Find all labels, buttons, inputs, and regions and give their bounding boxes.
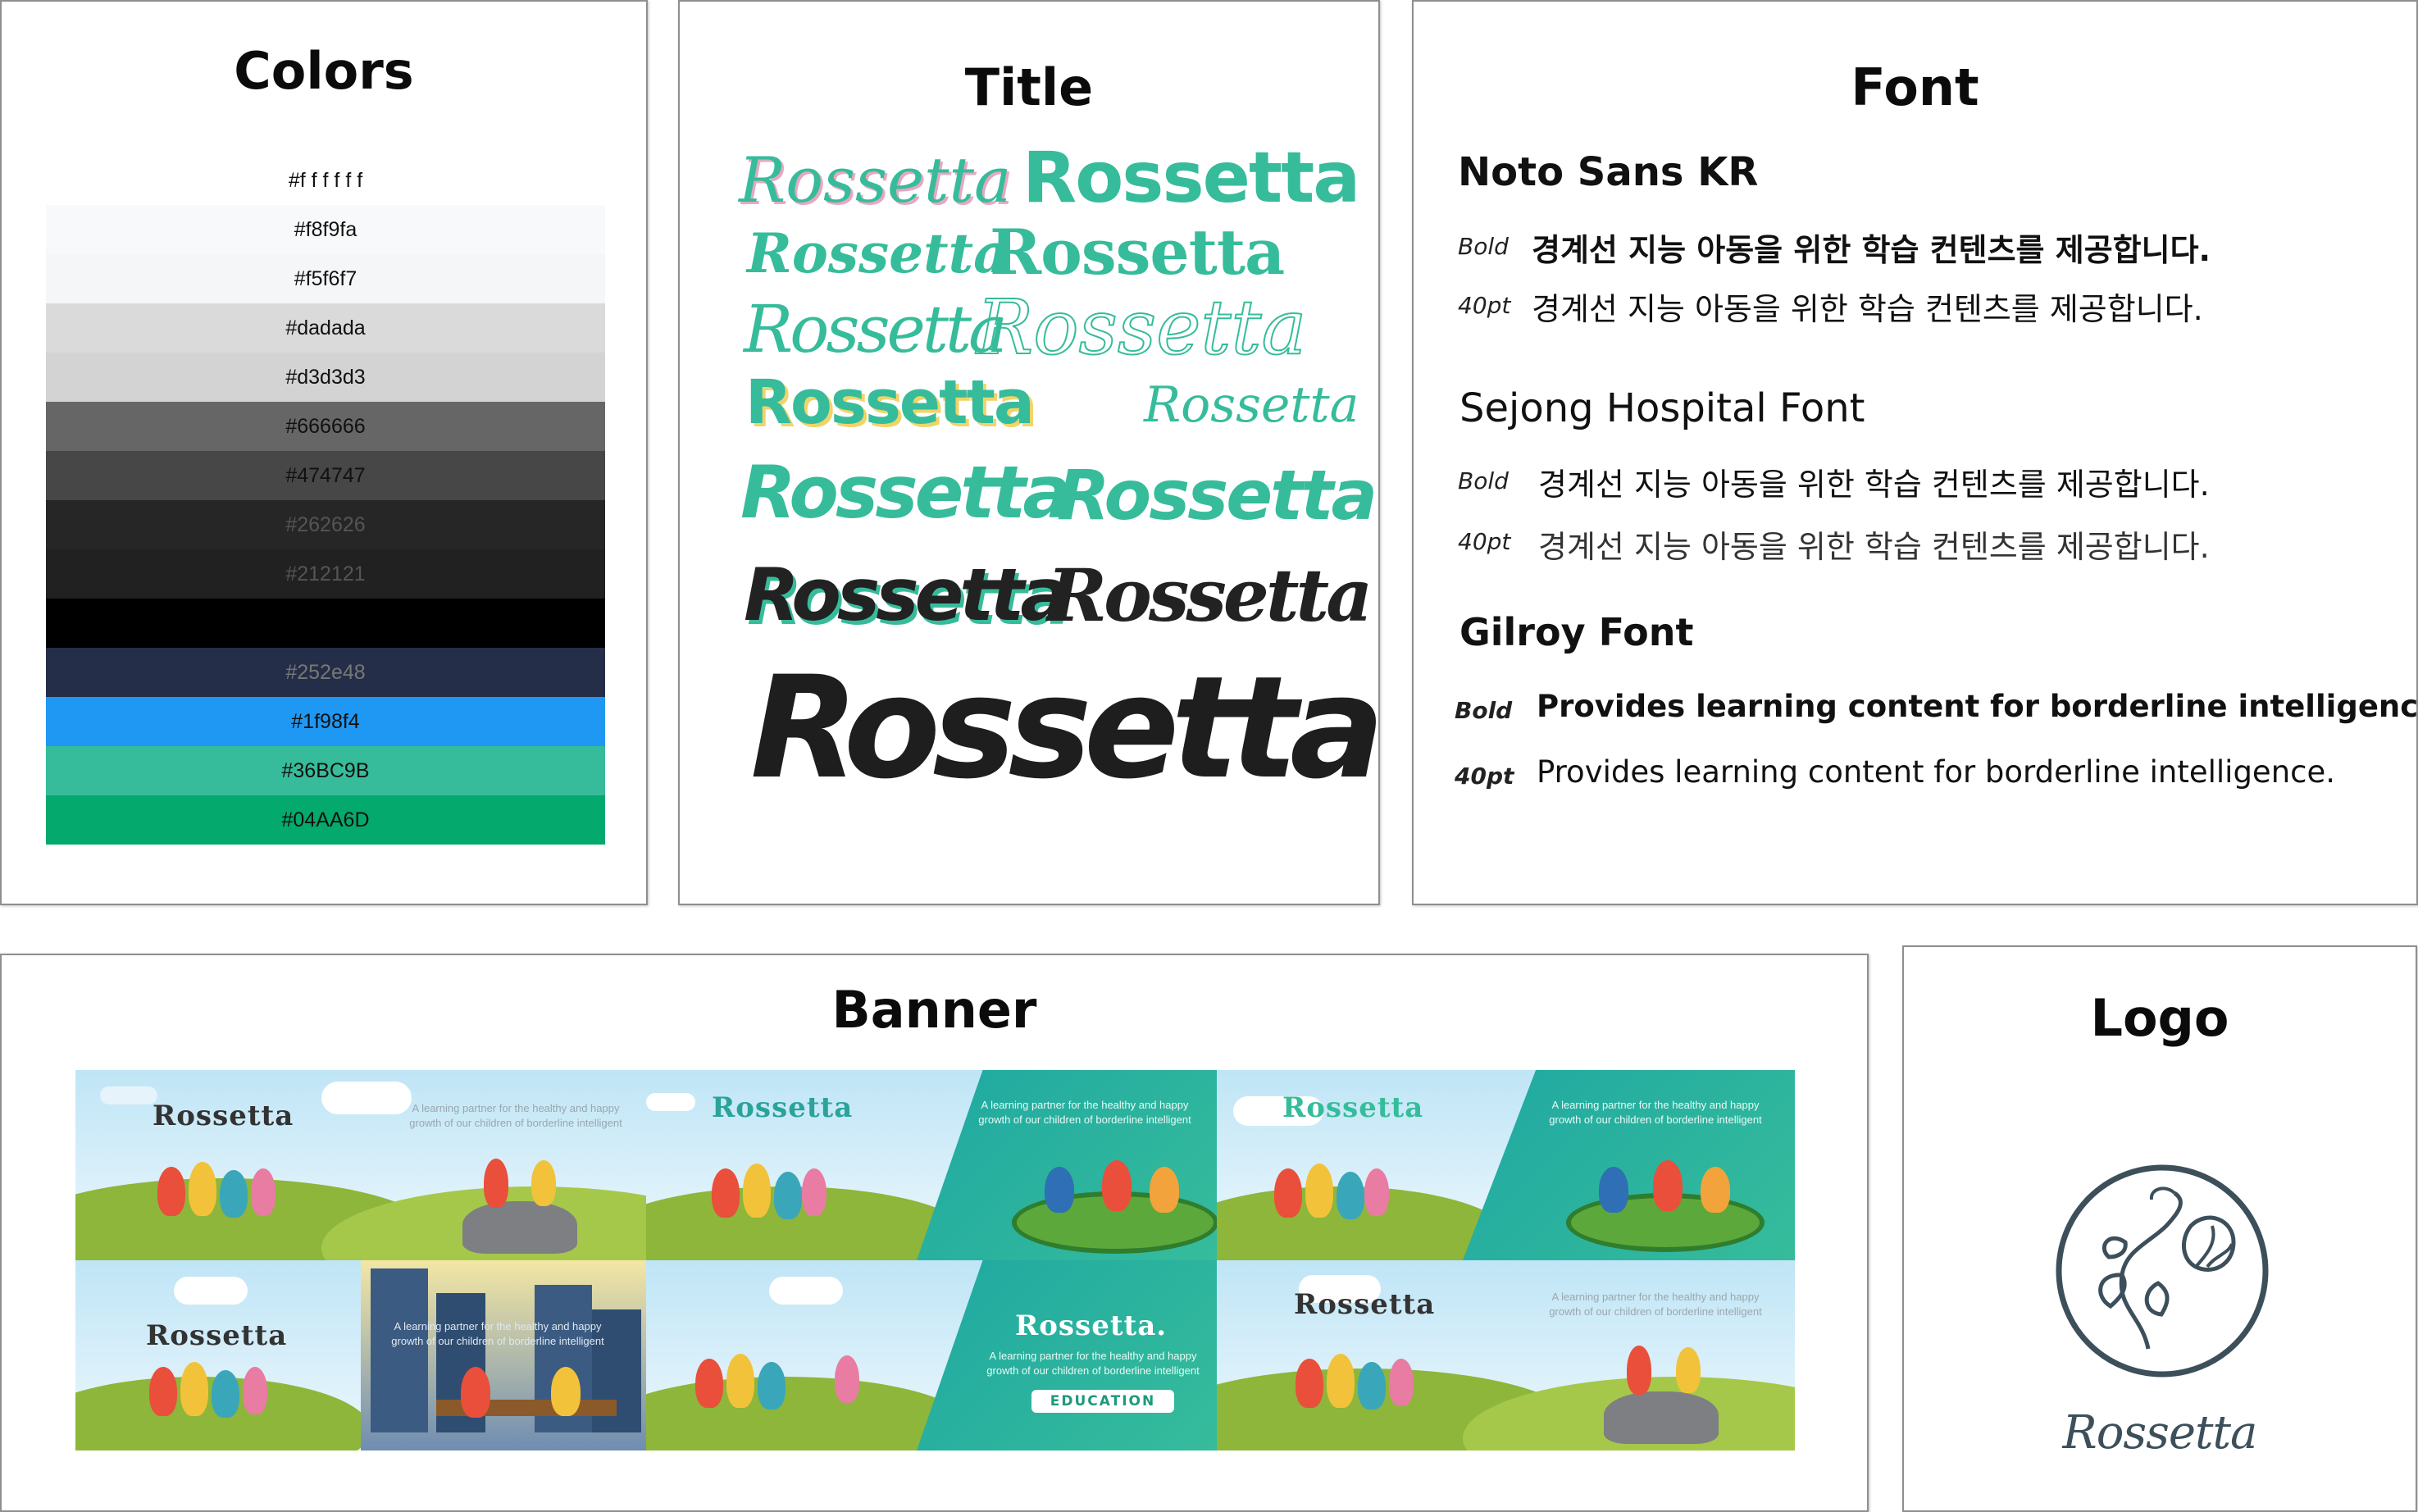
title-sample-2: Rossetta [1022, 137, 1360, 219]
banner-grid: Rossetta A learning partner for the heal… [75, 1070, 1795, 1451]
title-sample-5: Rossetta [744, 291, 1008, 367]
banner-1-brand: Rossetta [153, 1100, 294, 1132]
banner-5-education-badge: EDUCATION [1031, 1390, 1174, 1413]
font-sejong-bold-sample: 경계선 지능 아동을 위한 학습 컨텐츠를 제공합니다. [1538, 467, 2210, 503]
banner-1: Rossetta A learning partner for the heal… [75, 1070, 646, 1260]
banner-1-tagline: A learning partner for the healthy and h… [409, 1102, 622, 1129]
font-noto-bold-sample: 경계선 지능 아동을 위한 학습 컨텐츠를 제공합니다. [1532, 232, 2211, 268]
banner-panel: Banner Rossetta A learning partner for t… [0, 954, 1869, 1512]
font-panel: Font Noto Sans KR Bold 경계선 지능 아동을 위한 학습 … [1412, 0, 2418, 905]
colors-panel: Colors #f f f f f f #f8f9fa #f5f6f7 #dadada… [0, 0, 648, 905]
title-sample-3: Rossetta [747, 221, 1009, 285]
font-name-noto: Noto Sans KR [1458, 149, 1759, 195]
color-swatch: #dadada [46, 303, 605, 353]
title-sample-large: Rossetta [750, 645, 1385, 810]
banner-4-tagline: A learning partner for the healthy and h… [391, 1320, 604, 1347]
color-swatch: #f8f9fa [46, 205, 605, 254]
rossetta-logo-icon [2056, 1164, 2269, 1378]
title-sample-4: Rossetta [990, 216, 1285, 289]
color-swatch: #04AA6D [46, 795, 605, 845]
banner-6: Rossetta A learning partner for the heal… [1217, 1260, 1795, 1451]
font-gilroy-size-tag: 40pt [1455, 763, 1514, 790]
banner-5-brand: Rossetta. [1015, 1309, 1168, 1342]
font-gilroy-size-sample: Provides learning content for borderline… [1537, 754, 2336, 790]
banner-5: Rossetta. A learning partner for the hea… [646, 1260, 1217, 1451]
color-swatch: #666666 [46, 402, 605, 451]
color-swatch: #212121 [46, 549, 605, 599]
banner-5-tagline: A learning partner for the healthy and h… [986, 1350, 1200, 1377]
font-noto-bold-tag: Bold [1458, 233, 1509, 260]
title-sample-8: Rossetta [1144, 376, 1359, 434]
banner-panel-heading: Banner [831, 980, 1037, 1040]
title-sample-9: Rossetta [740, 450, 1072, 535]
logo-wordmark: Rossetta [2062, 1406, 2258, 1460]
color-swatch [46, 599, 605, 648]
font-noto-size-sample: 경계선 지능 아동을 위한 학습 컨텐츠를 제공합니다. [1532, 291, 2203, 327]
title-sample-10: Rossetta [1057, 455, 1377, 535]
banner-2-tagline: A learning partner for the healthy and h… [978, 1099, 1191, 1126]
title-panel: Title Rossetta Rossetta Rossetta Rossett… [678, 0, 1385, 905]
font-sejong-bold-tag: Bold [1458, 467, 1509, 494]
color-swatch: #d3d3d3 [46, 353, 605, 402]
logo-panel: Logo Rossetta [1902, 945, 2417, 1512]
color-swatch: #1f98f4 [46, 697, 605, 746]
color-swatch: #262626 [46, 500, 605, 549]
banner-6-tagline: A learning partner for the healthy and h… [1549, 1291, 1762, 1318]
title-sample-1: Rossetta [739, 143, 1012, 216]
banner-3-tagline: A learning partner for the healthy and h… [1549, 1099, 1762, 1126]
font-name-gilroy: Gilroy Font [1459, 610, 1694, 654]
font-sejong-size-tag: 40pt [1458, 528, 1511, 555]
font-sejong-size-sample: 경계선 지능 아동을 위한 학습 컨텐츠를 제공합니다. [1538, 529, 2210, 565]
title-panel-heading: Title [964, 57, 1094, 117]
banner-2: Rossetta A learning partner for the heal… [646, 1070, 1217, 1260]
color-swatch: #36BC9B [46, 746, 605, 795]
title-sample-6: Rossetta [976, 284, 1307, 371]
banner-2-brand: Rossetta [712, 1091, 854, 1124]
color-swatch-list: #f f f f f f #f8f9fa #f5f6f7 #dadada #d3d3d3… [46, 156, 605, 845]
font-name-sejong: Sejong Hospital Font [1459, 385, 1865, 431]
color-swatch: #f f f f f f [46, 156, 605, 205]
banner-4: Rossetta A learning partner for the heal… [75, 1260, 646, 1451]
font-gilroy-bold-sample: Provides learning content for borderline… [1537, 689, 2418, 724]
banner-3: Rossetta A learning partner for the heal… [1217, 1070, 1795, 1260]
font-gilroy-bold-tag: Bold [1455, 697, 1513, 724]
color-swatch: #252e48 [46, 648, 605, 697]
title-sample-12: Rossetta [1047, 553, 1373, 638]
title-sample-11: Rossetta [744, 553, 1069, 637]
banner-4-brand: Rossetta [146, 1319, 288, 1352]
color-swatch: #f5f6f7 [46, 254, 605, 303]
banner-6-brand: Rossetta [1294, 1288, 1436, 1321]
color-swatch: #474747 [46, 451, 605, 500]
font-noto-size-tag: 40pt [1458, 292, 1511, 319]
logo-panel-heading: Logo [2090, 988, 2229, 1048]
title-sample-7: Rossetta [745, 367, 1035, 438]
colors-title: Colors [234, 41, 414, 101]
banner-3-brand: Rossetta [1282, 1091, 1424, 1124]
font-panel-heading: Font [1851, 57, 1979, 117]
